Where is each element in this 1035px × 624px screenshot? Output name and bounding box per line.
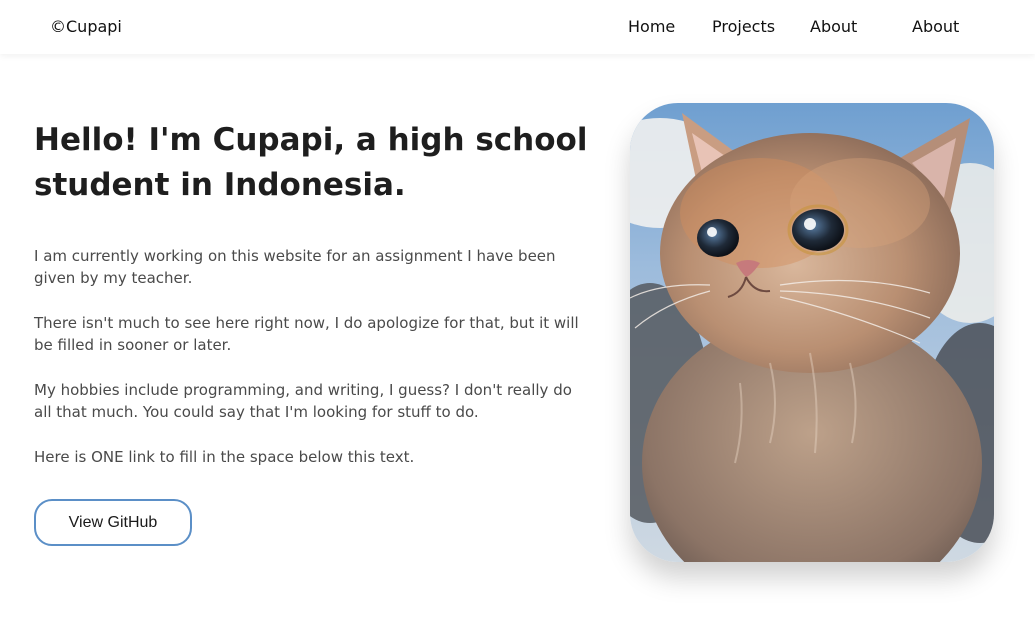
hobbies-paragraph: My hobbies include programming, and writ… [34, 381, 572, 421]
status-paragraph: There isn't much to see here right now, … [34, 314, 579, 354]
hero-headline-line-2: student in Indonesia. [34, 167, 406, 203]
cat-illustration [630, 103, 994, 562]
view-github-button[interactable]: View GitHub [34, 499, 192, 546]
link-note-paragraph: Here is ONE link to fill in the space be… [34, 448, 415, 466]
nav-link-projects[interactable]: Projects [712, 17, 775, 36]
cat-portrait-image [630, 103, 994, 562]
nav-link-about-second[interactable]: About [912, 17, 959, 36]
hero-headline: Hello! I'm Cupapi, a high school student… [34, 118, 594, 208]
nav-link-about[interactable]: About [810, 17, 857, 36]
brand-logo-text[interactable]: ©Cupapi [50, 17, 122, 36]
top-navbar: ©Cupapi Home Projects About About [0, 0, 1035, 54]
intro-paragraph: I am currently working on this website f… [34, 247, 556, 287]
hero-headline-line-1: Hello! I'm Cupapi, a high school [34, 122, 588, 158]
nav-link-home[interactable]: Home [628, 17, 675, 36]
